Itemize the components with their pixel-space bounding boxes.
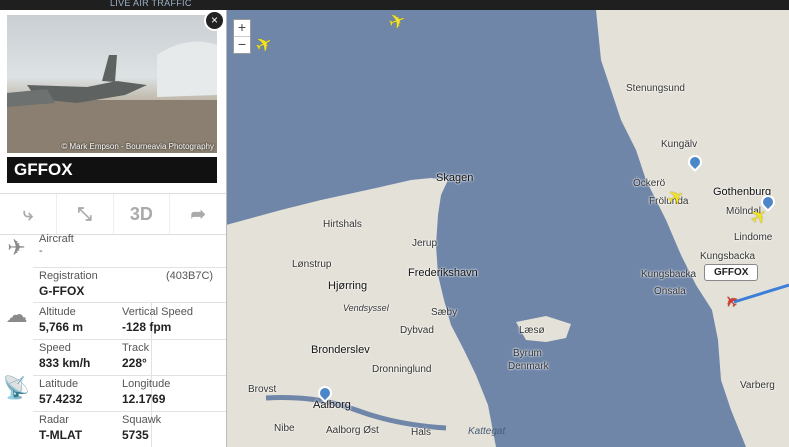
callsign-title: GFFOX bbox=[7, 157, 217, 183]
aircraft-row: Aircraft - bbox=[33, 233, 226, 268]
flight-label[interactable]: GFFOX bbox=[704, 264, 759, 281]
map-view[interactable]: + − Skagen Hirtshals Jerup Lønstrup Fred… bbox=[226, 10, 789, 447]
speed-value: 833 km/h bbox=[39, 356, 91, 370]
registration-label: Registration bbox=[39, 270, 98, 282]
speed-label: Speed bbox=[39, 342, 71, 354]
altitude-label: Altitude bbox=[39, 306, 76, 318]
place-hirtshals: Hirtshals bbox=[323, 219, 362, 230]
place-dybvad: Dybvad bbox=[400, 325, 434, 336]
place-frederikshavn: Frederikshavn bbox=[408, 267, 478, 279]
view-3d-button[interactable]: 3D bbox=[114, 194, 171, 234]
place-bronderslev: Bronderslev bbox=[311, 344, 370, 356]
place-skagen: Skagen bbox=[436, 172, 474, 184]
position-row: Latitude 57.4232 Longitude 12.1769 bbox=[33, 376, 226, 412]
share-icon[interactable]: ➦ bbox=[170, 194, 226, 234]
place-vendsyssel: Vendsyssel bbox=[343, 303, 389, 313]
place-jerup: Jerup bbox=[412, 238, 438, 249]
longitude-value: 12.1769 bbox=[122, 392, 166, 406]
registration-row: Registration G-FFOX (403B7C) bbox=[33, 268, 226, 303]
latitude-label: Latitude bbox=[39, 378, 79, 390]
radar-row: Radar T-MLAT Squawk 5735 bbox=[33, 412, 226, 447]
track-value: 228° bbox=[122, 356, 147, 370]
place-kungsbacka: Kungsbacka bbox=[700, 251, 756, 262]
place-aalborg: Aalborg bbox=[313, 399, 351, 411]
map-landmass bbox=[226, 10, 789, 447]
place-hjorring: Hjørring bbox=[328, 280, 368, 292]
cloud-icon: ☁ bbox=[5, 302, 28, 327]
close-button[interactable]: × bbox=[204, 10, 225, 31]
place-laeso: Læsø bbox=[519, 325, 545, 336]
aircraft-photo: © Mark Empson - Bourneavia Photography bbox=[7, 15, 217, 153]
place-saeby: Sæby bbox=[431, 307, 458, 318]
altitude-row: Altitude 5,766 m Vertical Speed -128 fpm bbox=[33, 303, 226, 340]
place-varberg: Varberg bbox=[740, 380, 775, 391]
airplane-icon: ✈ bbox=[7, 235, 26, 260]
place-kungsbacka-label: Kungsbacka bbox=[641, 269, 697, 280]
zoom-out-button[interactable]: − bbox=[234, 36, 250, 53]
place-onsala: Onsala bbox=[654, 286, 686, 297]
place-brovst: Brovst bbox=[248, 384, 277, 395]
route-icon[interactable]: ⤷ bbox=[0, 194, 57, 234]
radar-dish-icon: 📡 bbox=[2, 375, 31, 400]
radar-value: T-MLAT bbox=[39, 428, 83, 442]
photo-credit: © Mark Empson - Bourneavia Photography bbox=[61, 142, 214, 151]
place-hals: Hals bbox=[411, 427, 432, 438]
registration-value: G-FFOX bbox=[39, 284, 85, 298]
place-denmark: Denmark bbox=[508, 361, 549, 372]
mode-s-hex: (403B7C) bbox=[166, 270, 214, 282]
jet-silhouette bbox=[7, 41, 217, 153]
aircraft-value: - bbox=[39, 245, 43, 257]
altitude-value: 5,766 m bbox=[39, 320, 84, 334]
place-ockero: Öckerö bbox=[633, 178, 666, 189]
longitude-label: Longitude bbox=[122, 378, 171, 390]
top-bar: LIVE AIR TRAFFIC bbox=[0, 0, 789, 10]
place-stenungsund: Stenungsund bbox=[626, 83, 685, 94]
radar-label: Radar bbox=[39, 414, 69, 426]
vertical-speed-label: Vertical Speed bbox=[122, 306, 193, 318]
place-kungalv: Kungälv bbox=[661, 139, 698, 150]
place-byrum: Byrum bbox=[513, 348, 542, 359]
flight-info-panel: © Mark Empson - Bourneavia Photography ×… bbox=[0, 10, 227, 447]
vertical-speed-value: -128 fpm bbox=[122, 320, 172, 334]
track-label: Track bbox=[122, 342, 150, 354]
panel-toolbar: ⤷ ⤡ 3D ➦ bbox=[0, 193, 226, 235]
zoom-in-button[interactable]: + bbox=[234, 20, 250, 36]
place-lindome: Lindome bbox=[734, 232, 773, 243]
place-dronninglund: Dronninglund bbox=[372, 364, 432, 375]
squawk-label: Squawk bbox=[122, 414, 162, 426]
squawk-value: 5735 bbox=[122, 428, 149, 442]
brand-tagline: LIVE AIR TRAFFIC bbox=[110, 0, 192, 8]
place-lonstrup: Lønstrup bbox=[292, 259, 332, 270]
place-nibe: Nibe bbox=[274, 423, 295, 434]
place-kattegat: Kattegat bbox=[468, 426, 506, 437]
zoom-control: + − bbox=[233, 19, 251, 54]
aircraft-label: Aircraft bbox=[39, 233, 74, 245]
fit-view-icon[interactable]: ⤡ bbox=[57, 194, 114, 234]
latitude-value: 57.4232 bbox=[39, 392, 83, 406]
divider bbox=[151, 340, 152, 375]
speed-row: Speed 833 km/h Track 228° bbox=[33, 340, 226, 376]
place-aalborg-ost: Aalborg Øst bbox=[326, 425, 379, 436]
